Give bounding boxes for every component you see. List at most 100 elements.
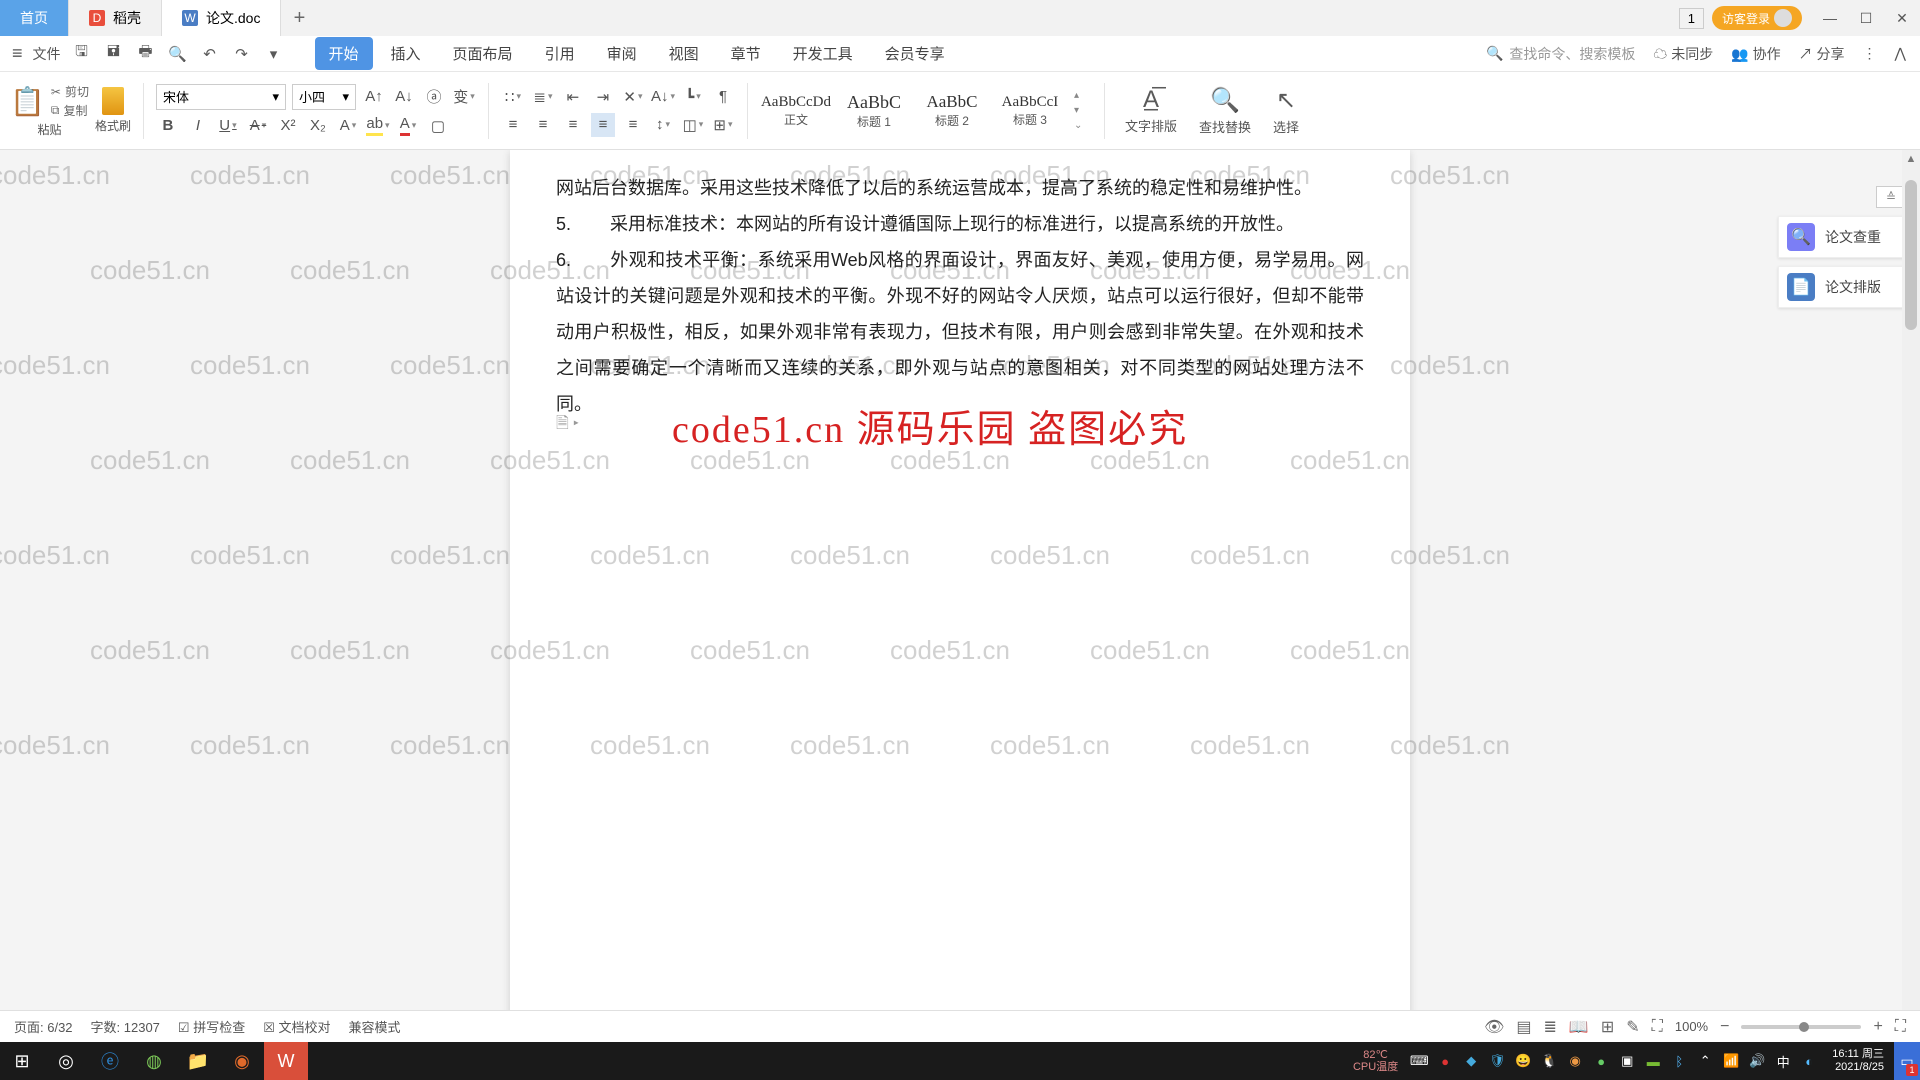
minimize-button[interactable]: — <box>1812 0 1848 36</box>
explorer-icon[interactable]: 📁 <box>176 1042 220 1080</box>
paste-icon[interactable]: 📋 <box>10 85 45 118</box>
style-h3[interactable]: AaBbCcI标题 3 <box>994 86 1066 136</box>
text-layout-button[interactable]: A̲̅文字排版 <box>1117 86 1185 135</box>
align-distribute-icon[interactable]: ≡ <box>621 113 645 137</box>
bluetooth-icon[interactable]: ᛒ <box>1666 1042 1692 1080</box>
phonetic-icon[interactable]: 变 <box>452 85 476 109</box>
close-button[interactable]: ✕ <box>1884 0 1920 36</box>
paste-label[interactable]: 粘贴 <box>37 121 61 138</box>
tab-home[interactable]: 首页 <box>0 0 69 36</box>
increase-indent-icon[interactable]: ⇥ <box>591 85 615 109</box>
reading-view-icon[interactable]: 📖 <box>1569 1017 1589 1037</box>
print-preview-icon[interactable]: 🔍 <box>167 45 189 63</box>
vertical-scrollbar[interactable]: ▲ ▼ <box>1902 150 1920 1040</box>
eye-icon[interactable]: 👁 <box>1484 1017 1504 1037</box>
align-right-icon[interactable]: ≡ <box>561 113 585 137</box>
numbering-icon[interactable]: ≣ <box>531 85 555 109</box>
hamburger-icon[interactable]: ≡ <box>12 43 23 64</box>
menu-pagelayout[interactable]: 页面布局 <box>439 37 527 70</box>
styles-nav[interactable]: ▴▾⌄ <box>1074 90 1092 131</box>
wifi-icon[interactable]: 📶 <box>1718 1042 1744 1080</box>
window-count-badge[interactable]: 1 <box>1679 8 1704 29</box>
font-color-icon[interactable]: A <box>396 114 420 138</box>
task-view-icon[interactable]: ◎ <box>44 1042 88 1080</box>
ime-indicator[interactable]: 中 <box>1770 1042 1796 1080</box>
zoom-knob[interactable] <box>1799 1022 1809 1032</box>
fit-width-icon[interactable]: ⛶ <box>1652 1018 1663 1036</box>
scroll-up-icon[interactable]: ▲ <box>1902 150 1920 168</box>
clear-format-icon[interactable]: ⓐ <box>422 85 446 109</box>
sort-icon[interactable]: A↓ <box>651 85 675 109</box>
menu-view[interactable]: 视图 <box>655 37 713 70</box>
share-button[interactable]: ↗ 分享 <box>1799 44 1845 64</box>
command-search[interactable]: 🔍查找命令、搜索模板 <box>1486 44 1635 64</box>
tray-icon-11[interactable]: ◐ <box>1796 1042 1822 1080</box>
save-as-icon[interactable]: 🖬 <box>103 41 125 66</box>
shading-icon[interactable]: ◫ <box>681 113 705 137</box>
collapse-ribbon-icon[interactable]: ⋀ <box>1895 45 1906 62</box>
style-h1[interactable]: AaBbC标题 1 <box>838 86 910 136</box>
tab-document[interactable]: W论文.doc <box>162 0 281 36</box>
shrink-font-icon[interactable]: A↓ <box>392 85 416 109</box>
subscript-icon[interactable]: X₂ <box>306 114 330 138</box>
paper-layout-button[interactable]: 📄论文排版 <box>1778 266 1906 308</box>
edit-mode-icon[interactable]: ✎ <box>1626 1017 1639 1037</box>
tray-icon-6[interactable]: 🐧 <box>1536 1042 1562 1080</box>
scroll-thumb[interactable] <box>1905 180 1917 330</box>
tray-icon-9[interactable]: ▣ <box>1614 1042 1640 1080</box>
zoom-slider[interactable] <box>1741 1025 1861 1029</box>
tray-icon-10[interactable]: ▬ <box>1640 1042 1666 1080</box>
bold-icon[interactable]: B <box>156 114 180 138</box>
char-border-icon[interactable]: ▢ <box>426 114 450 138</box>
redo-icon[interactable]: ↷ <box>231 45 253 63</box>
save-icon[interactable]: 🖫 <box>71 41 93 66</box>
style-body[interactable]: AaBbCcDd正文 <box>760 86 832 136</box>
decrease-indent-icon[interactable]: ⇤ <box>561 85 585 109</box>
borders-icon[interactable]: ⊞ <box>711 113 735 137</box>
document-proof[interactable]: ☒ 文档校对 <box>263 1017 330 1036</box>
paper-check-button[interactable]: 🔍论文查重 <box>1778 216 1906 258</box>
outline-view-icon[interactable]: ≣ <box>1544 1017 1557 1037</box>
bullets-icon[interactable]: ∷ <box>501 85 525 109</box>
align-left-icon[interactable]: ≡ <box>501 113 525 137</box>
italic-icon[interactable]: I <box>186 114 210 138</box>
action-center-icon[interactable]: ▭1 <box>1894 1042 1920 1080</box>
underline-icon[interactable]: U <box>216 114 240 138</box>
page[interactable]: 网站后台数据库。采用这些技术降低了以后的系统运营成本，提高了系统的稳定性和易维护… <box>510 150 1410 1040</box>
volume-icon[interactable]: 🔊 <box>1744 1042 1770 1080</box>
print-icon[interactable]: 🖶 <box>135 41 157 66</box>
start-button[interactable]: ⊞ <box>0 1042 44 1080</box>
tray-icon-3[interactable]: ◆ <box>1458 1042 1484 1080</box>
menu-references[interactable]: 引用 <box>531 37 589 70</box>
menu-start[interactable]: 开始 <box>315 37 373 70</box>
font-size-select[interactable]: 小四▾ <box>292 84 356 110</box>
word-count[interactable]: 字数: 12307 <box>91 1017 160 1036</box>
asian-layout-icon[interactable]: ✕ <box>621 85 645 109</box>
format-painter-group[interactable]: 格式刷 <box>95 87 131 134</box>
font-family-select[interactable]: 宋体▾ <box>156 84 286 110</box>
zoom-level[interactable]: 100% <box>1675 1019 1708 1034</box>
tab-add-button[interactable]: + <box>281 0 317 36</box>
tray-icon-4[interactable]: 🛡 <box>1484 1042 1510 1080</box>
collab-button[interactable]: 👥 协作 <box>1731 44 1780 64</box>
tray-expand-icon[interactable]: ⌃ <box>1692 1042 1718 1080</box>
web-view-icon[interactable]: ⊞ <box>1601 1017 1614 1037</box>
select-button[interactable]: ↖选择 <box>1265 86 1307 136</box>
tray-icon-5[interactable]: 😀 <box>1510 1042 1536 1080</box>
zoom-out-icon[interactable]: − <box>1720 1018 1729 1036</box>
spell-check[interactable]: ☑ 拼写检查 <box>178 1017 245 1036</box>
strikethrough-icon[interactable]: A <box>246 114 270 138</box>
tray-icon-7[interactable]: ◉ <box>1562 1042 1588 1080</box>
style-h2[interactable]: AaBbC标题 2 <box>916 86 988 136</box>
menu-member[interactable]: 会员专享 <box>871 37 959 70</box>
undo-icon[interactable]: ↶ <box>199 45 221 63</box>
ie-icon[interactable]: ⓔ <box>88 1042 132 1080</box>
menu-insert[interactable]: 插入 <box>377 37 435 70</box>
menu-review[interactable]: 审阅 <box>593 37 651 70</box>
menu-devtools[interactable]: 开发工具 <box>779 37 867 70</box>
text-effects-icon[interactable]: A <box>336 114 360 138</box>
align-justify-icon[interactable]: ≡ <box>591 113 615 137</box>
tray-icon-1[interactable]: ⌨ <box>1406 1042 1432 1080</box>
highlight-icon[interactable]: ab <box>366 114 390 138</box>
show-marks-icon[interactable]: ¶ <box>711 85 735 109</box>
